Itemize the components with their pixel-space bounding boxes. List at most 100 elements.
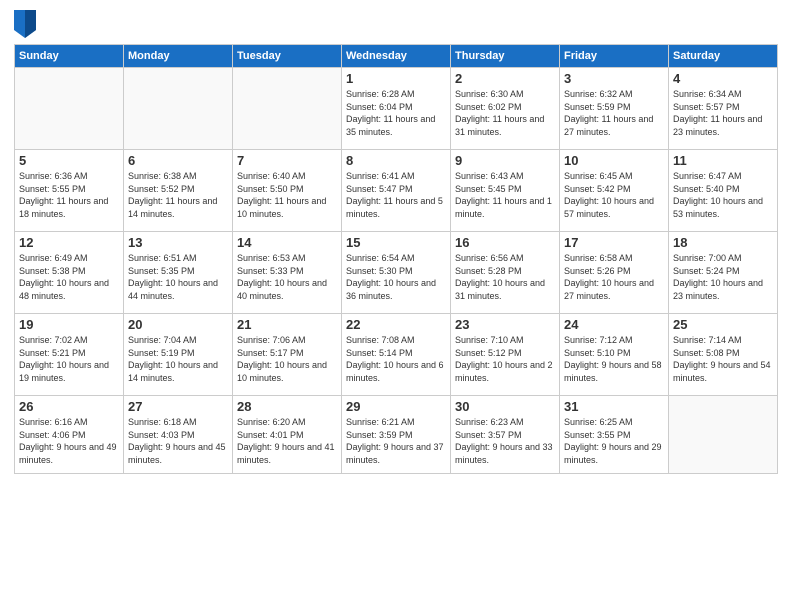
- day-number: 1: [346, 71, 446, 86]
- col-header-sunday: Sunday: [15, 45, 124, 68]
- day-number: 30: [455, 399, 555, 414]
- day-number: 20: [128, 317, 228, 332]
- day-info: Sunrise: 7:10 AM Sunset: 5:12 PM Dayligh…: [455, 334, 555, 384]
- day-info: Sunrise: 7:08 AM Sunset: 5:14 PM Dayligh…: [346, 334, 446, 384]
- calendar-week-row: 12Sunrise: 6:49 AM Sunset: 5:38 PM Dayli…: [15, 232, 778, 314]
- table-row: 29Sunrise: 6:21 AM Sunset: 3:59 PM Dayli…: [342, 396, 451, 474]
- day-number: 11: [673, 153, 773, 168]
- day-number: 16: [455, 235, 555, 250]
- day-number: 31: [564, 399, 664, 414]
- table-row: 26 Sunrise: 6:16 AM Sunset: 4:06 PM Dayli…: [15, 396, 124, 474]
- day-number: 15: [346, 235, 446, 250]
- day-info: Sunrise: 6:32 AM Sunset: 5:59 PM Dayligh…: [564, 88, 664, 138]
- table-row: 15Sunrise: 6:54 AM Sunset: 5:30 PM Dayli…: [342, 232, 451, 314]
- table-row: 11 Sunrise: 6:47 AM Sunset: 5:40 PM Dayli…: [669, 150, 778, 232]
- table-row: 12Sunrise: 6:49 AM Sunset: 5:38 PM Dayli…: [15, 232, 124, 314]
- logo: [14, 10, 40, 38]
- table-row: 3 Sunrise: 6:32 AM Sunset: 5:59 PM Daylig…: [560, 68, 669, 150]
- day-info: Sunrise: 6:25 AM Sunset: 3:55 PM Dayligh…: [564, 416, 664, 466]
- page-container: SundayMondayTuesdayWednesdayThursdayFrid…: [0, 0, 792, 612]
- logo-icon: [14, 10, 36, 38]
- day-info: Sunrise: 6:28 AM Sunset: 6:04 PM Dayligh…: [346, 88, 446, 138]
- day-number: 24: [564, 317, 664, 332]
- day-number: 3: [564, 71, 664, 86]
- day-info: Sunrise: 6:47 AM Sunset: 5:40 PM Dayligh…: [673, 170, 773, 220]
- calendar-week-row: 19 Sunrise: 7:02 AM Sunset: 5:21 PM Dayli…: [15, 314, 778, 396]
- day-info: Sunrise: 6:23 AM Sunset: 3:57 PM Dayligh…: [455, 416, 555, 466]
- calendar-table: SundayMondayTuesdayWednesdayThursdayFrid…: [14, 44, 778, 474]
- calendar-week-row: 5 Sunrise: 6:36 AM Sunset: 5:55 PM Daylig…: [15, 150, 778, 232]
- day-info: Sunrise: 6:36 AM Sunset: 5:55 PM Dayligh…: [19, 170, 119, 220]
- calendar-header-row: SundayMondayTuesdayWednesdayThursdayFrid…: [15, 45, 778, 68]
- day-info: Sunrise: 6:41 AM Sunset: 5:47 PM Dayligh…: [346, 170, 446, 220]
- table-row: 8Sunrise: 6:41 AM Sunset: 5:47 PM Daylig…: [342, 150, 451, 232]
- day-number: 19: [19, 317, 119, 332]
- table-row: 16 Sunrise: 6:56 AM Sunset: 5:28 PM Dayli…: [451, 232, 560, 314]
- table-row: 27 Sunrise: 6:18 AM Sunset: 4:03 PM Dayli…: [124, 396, 233, 474]
- table-row: 1 Sunrise: 6:28 AM Sunset: 6:04 PM Daylig…: [342, 68, 451, 150]
- day-info: Sunrise: 7:12 AM Sunset: 5:10 PM Dayligh…: [564, 334, 664, 384]
- day-info: Sunrise: 6:21 AM Sunset: 3:59 PM Dayligh…: [346, 416, 446, 466]
- day-number: 9: [455, 153, 555, 168]
- table-row: 7 Sunrise: 6:40 AM Sunset: 5:50 PM Daylig…: [233, 150, 342, 232]
- day-info: Sunrise: 6:34 AM Sunset: 5:57 PM Dayligh…: [673, 88, 773, 138]
- day-number: 10: [564, 153, 664, 168]
- day-info: Sunrise: 6:30 AM Sunset: 6:02 PM Dayligh…: [455, 88, 555, 138]
- day-info: Sunrise: 6:43 AM Sunset: 5:45 PM Dayligh…: [455, 170, 555, 220]
- day-info: Sunrise: 7:06 AM Sunset: 5:17 PM Dayligh…: [237, 334, 337, 384]
- table-row: 17 Sunrise: 6:58 AM Sunset: 5:26 PM Dayli…: [560, 232, 669, 314]
- day-info: Sunrise: 6:16 AM Sunset: 4:06 PM Dayligh…: [19, 416, 119, 466]
- day-number: 7: [237, 153, 337, 168]
- day-info: Sunrise: 7:14 AM Sunset: 5:08 PM Dayligh…: [673, 334, 773, 384]
- table-row: 19 Sunrise: 7:02 AM Sunset: 5:21 PM Dayli…: [15, 314, 124, 396]
- table-row: 30 Sunrise: 6:23 AM Sunset: 3:57 PM Dayli…: [451, 396, 560, 474]
- day-info: Sunrise: 7:00 AM Sunset: 5:24 PM Dayligh…: [673, 252, 773, 302]
- table-row: 13Sunrise: 6:51 AM Sunset: 5:35 PM Dayli…: [124, 232, 233, 314]
- col-header-tuesday: Tuesday: [233, 45, 342, 68]
- table-row: 4 Sunrise: 6:34 AM Sunset: 5:57 PM Daylig…: [669, 68, 778, 150]
- day-info: Sunrise: 7:04 AM Sunset: 5:19 PM Dayligh…: [128, 334, 228, 384]
- day-info: Sunrise: 6:40 AM Sunset: 5:50 PM Dayligh…: [237, 170, 337, 220]
- day-number: 26: [19, 399, 119, 414]
- table-row: 9 Sunrise: 6:43 AM Sunset: 5:45 PM Daylig…: [451, 150, 560, 232]
- table-row: 6Sunrise: 6:38 AM Sunset: 5:52 PM Daylig…: [124, 150, 233, 232]
- day-number: 18: [673, 235, 773, 250]
- day-number: 21: [237, 317, 337, 332]
- day-number: 25: [673, 317, 773, 332]
- col-header-wednesday: Wednesday: [342, 45, 451, 68]
- table-row: 18 Sunrise: 7:00 AM Sunset: 5:24 PM Dayli…: [669, 232, 778, 314]
- table-row: 28Sunrise: 6:20 AM Sunset: 4:01 PM Dayli…: [233, 396, 342, 474]
- table-row: 14Sunrise: 6:53 AM Sunset: 5:33 PM Dayli…: [233, 232, 342, 314]
- table-row: 10 Sunrise: 6:45 AM Sunset: 5:42 PM Dayli…: [560, 150, 669, 232]
- day-number: 5: [19, 153, 119, 168]
- col-header-friday: Friday: [560, 45, 669, 68]
- day-number: 6: [128, 153, 228, 168]
- calendar-week-row: 1 Sunrise: 6:28 AM Sunset: 6:04 PM Daylig…: [15, 68, 778, 150]
- day-number: 12: [19, 235, 119, 250]
- day-number: 17: [564, 235, 664, 250]
- table-row: 31 Sunrise: 6:25 AM Sunset: 3:55 PM Dayli…: [560, 396, 669, 474]
- table-row: 20 Sunrise: 7:04 AM Sunset: 5:19 PM Dayli…: [124, 314, 233, 396]
- day-number: 4: [673, 71, 773, 86]
- table-row: [124, 68, 233, 150]
- table-row: 21 Sunrise: 7:06 AM Sunset: 5:17 PM Dayli…: [233, 314, 342, 396]
- day-info: Sunrise: 6:56 AM Sunset: 5:28 PM Dayligh…: [455, 252, 555, 302]
- day-info: Sunrise: 6:51 AM Sunset: 5:35 PM Dayligh…: [128, 252, 228, 302]
- day-number: 14: [237, 235, 337, 250]
- day-info: Sunrise: 6:58 AM Sunset: 5:26 PM Dayligh…: [564, 252, 664, 302]
- day-info: Sunrise: 6:45 AM Sunset: 5:42 PM Dayligh…: [564, 170, 664, 220]
- day-number: 27: [128, 399, 228, 414]
- col-header-saturday: Saturday: [669, 45, 778, 68]
- table-row: [669, 396, 778, 474]
- col-header-thursday: Thursday: [451, 45, 560, 68]
- day-number: 22: [346, 317, 446, 332]
- table-row: 23Sunrise: 7:10 AM Sunset: 5:12 PM Dayli…: [451, 314, 560, 396]
- day-info: Sunrise: 6:18 AM Sunset: 4:03 PM Dayligh…: [128, 416, 228, 466]
- header: [14, 10, 778, 38]
- day-info: Sunrise: 7:02 AM Sunset: 5:21 PM Dayligh…: [19, 334, 119, 384]
- table-row: 5 Sunrise: 6:36 AM Sunset: 5:55 PM Daylig…: [15, 150, 124, 232]
- day-info: Sunrise: 6:20 AM Sunset: 4:01 PM Dayligh…: [237, 416, 337, 466]
- table-row: [15, 68, 124, 150]
- day-number: 2: [455, 71, 555, 86]
- table-row: [233, 68, 342, 150]
